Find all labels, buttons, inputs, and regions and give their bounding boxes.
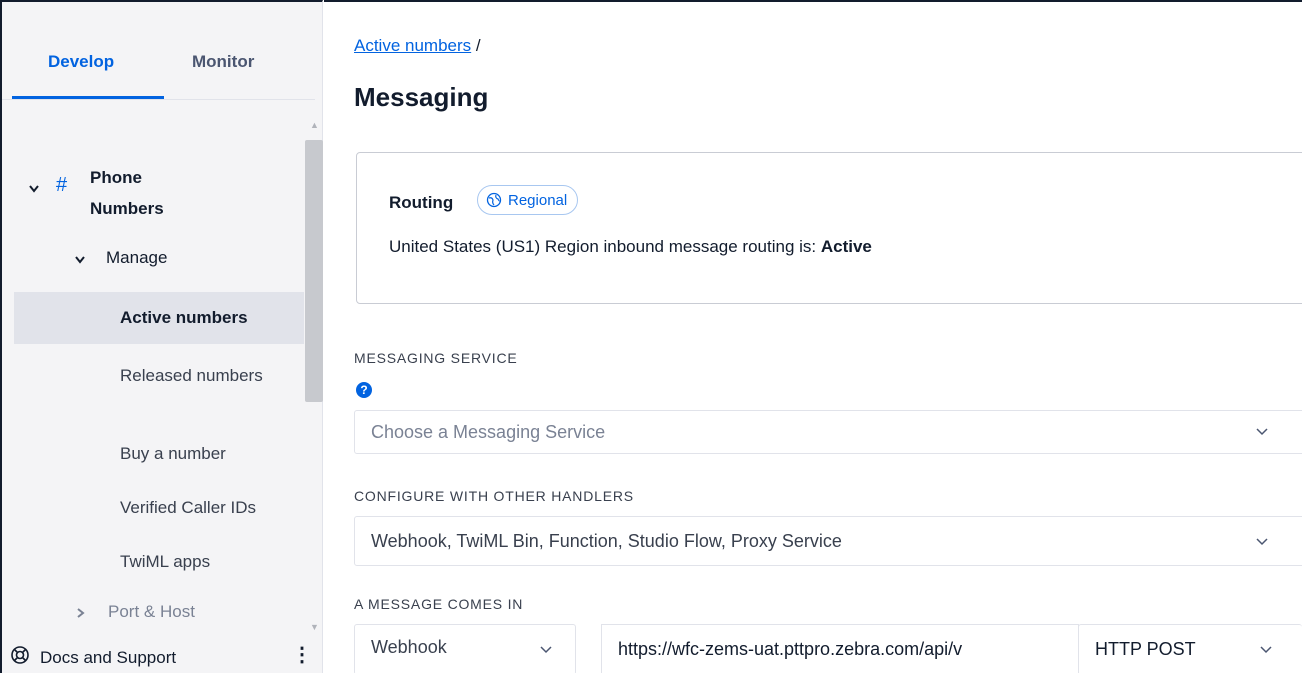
sidebar-item-port-host[interactable]: Port & Host [74, 602, 274, 626]
chevron-down-icon [75, 256, 85, 264]
sidebar-item-label: Released numbers [120, 366, 263, 385]
routing-text-prefix: United States (US1) Region inbound messa… [389, 237, 821, 256]
sidebar-item-label: Port & Host [108, 602, 195, 621]
sidebar-item-label: Active numbers [120, 308, 248, 327]
chevron-down-icon [540, 646, 552, 654]
chevron-down-icon [29, 185, 39, 193]
docs-label: Docs and Support [40, 648, 177, 667]
tab-develop[interactable]: Develop [48, 52, 114, 72]
lifebuoy-icon [11, 646, 29, 664]
other-handlers-value: Webhook, TwiML Bin, Function, Studio Flo… [371, 531, 842, 551]
chevron-down-icon [1260, 646, 1272, 654]
other-handlers-select[interactable]: Webhook, TwiML Bin, Function, Studio Flo… [354, 516, 1302, 566]
docs-and-support-link[interactable]: Docs and Support ⋮ [2, 645, 315, 673]
handler-type-select[interactable]: Webhook [354, 624, 576, 673]
message-comes-in-label: A MESSAGE COMES IN [354, 596, 524, 612]
sidebar-scrollbar[interactable] [305, 140, 323, 402]
breadcrumb: Active numbers / [354, 36, 481, 56]
regional-badge: Regional [477, 185, 579, 215]
sidebar-item-released-numbers[interactable]: Released numbers [14, 354, 304, 416]
chevron-down-icon [1256, 538, 1268, 546]
sidebar-item-manage[interactable]: Manage [72, 246, 272, 276]
sidebar-item-label: Buy a number [120, 444, 226, 463]
sidebar-item-phone-numbers[interactable]: # Phone Numbers [24, 160, 294, 220]
sidebar-tabs: Develop Monitor [2, 2, 315, 100]
sidebar-item-label: Verified Caller IDs [120, 498, 257, 517]
sidebar-item-verified-caller-ids[interactable]: Verified Caller IDs [14, 492, 304, 526]
sidebar-item-buy-a-number[interactable]: Buy a number [14, 438, 304, 472]
sidebar-item-twiml-apps[interactable]: TwiML apps [14, 546, 304, 580]
main-content: Active numbers / Messaging Routing Regio… [324, 0, 1302, 673]
scroll-down-arrow-icon[interactable]: ▼ [310, 622, 319, 632]
handler-type-value: Webhook [371, 637, 447, 657]
messaging-service-label: MESSAGING SERVICE [354, 350, 518, 366]
scroll-up-arrow-icon[interactable]: ▲ [310, 120, 319, 130]
other-handlers-label: CONFIGURE WITH OTHER HANDLERS [354, 488, 634, 504]
more-options-icon[interactable]: ⋮ [292, 645, 312, 665]
sidebar: Develop Monitor ▲ ▼ # Phone Numbers Mana… [0, 0, 323, 673]
chevron-down-icon [1256, 428, 1268, 436]
webhook-url-input[interactable]: https://wfc-zems-uat.pttpro.zebra.com/ap… [601, 624, 1079, 673]
globe-icon [486, 192, 502, 208]
sidebar-item-label: Phone Numbers [90, 168, 164, 218]
tab-monitor[interactable]: Monitor [192, 52, 254, 72]
sidebar-item-active-numbers[interactable]: Active numbers [14, 292, 304, 344]
messaging-service-placeholder: Choose a Messaging Service [371, 422, 606, 442]
breadcrumb-separator: / [471, 36, 481, 55]
hash-icon: # [56, 174, 68, 196]
messaging-service-select[interactable]: Choose a Messaging Service [354, 410, 1302, 454]
routing-card: Routing Regional United States (US1) Reg… [356, 152, 1302, 304]
routing-status-value: Active [820, 237, 872, 256]
chevron-right-icon [77, 608, 85, 618]
webhook-url-value: https://wfc-zems-uat.pttpro.zebra.com/ap… [618, 639, 963, 659]
routing-status-text: United States (US1) Region inbound messa… [389, 237, 872, 257]
regional-badge-label: Regional [508, 191, 568, 209]
sidebar-item-label: TwiML apps [120, 552, 211, 571]
breadcrumb-link-active-numbers[interactable]: Active numbers [354, 36, 471, 55]
routing-label: Routing [389, 193, 454, 212]
help-icon[interactable]: ? [356, 382, 372, 398]
active-tab-indicator [12, 96, 164, 99]
http-method-value: HTTP POST [1095, 639, 1196, 659]
sidebar-item-label: Manage [106, 248, 168, 267]
http-method-select[interactable]: HTTP POST [1078, 624, 1302, 673]
page-title: Messaging [354, 82, 489, 112]
